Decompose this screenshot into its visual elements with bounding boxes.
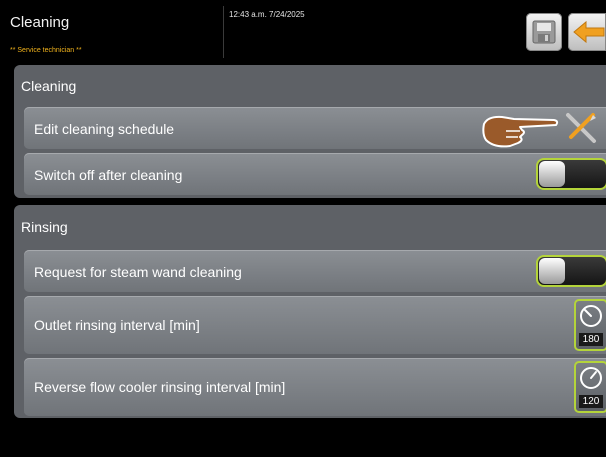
rinsing-section-title: Rinsing	[21, 219, 68, 235]
steam-wand-cleaning-row: Request for steam wand cleaning	[24, 250, 606, 292]
cleaning-section-title: Cleaning	[21, 78, 77, 94]
reverse-flow-cooler-rinsing-value: 120	[579, 395, 603, 408]
tools-icon[interactable]	[563, 112, 599, 144]
save-icon	[532, 20, 556, 44]
datetime-label: 12:43 a.m. 7/24/2025	[229, 10, 305, 19]
rinsing-section: Rinsing Request for steam wand cleaning …	[14, 205, 606, 418]
save-button[interactable]	[526, 13, 562, 51]
switch-off-after-cleaning-toggle[interactable]	[536, 158, 606, 190]
toggle-knob	[539, 258, 565, 284]
reverse-flow-cooler-rinsing-gauge[interactable]: 120	[574, 361, 606, 413]
edit-cleaning-schedule-label: Edit cleaning schedule	[34, 121, 175, 137]
outlet-rinsing-interval-label: Outlet rinsing interval [min]	[34, 317, 200, 333]
gauge-icon	[580, 367, 602, 389]
steam-wand-cleaning-toggle[interactable]	[536, 255, 606, 287]
page-title: Cleaning	[10, 14, 70, 31]
reverse-flow-cooler-rinsing-row: Reverse flow cooler rinsing interval [mi…	[24, 358, 606, 416]
outlet-rinsing-interval-value: 180	[579, 333, 603, 346]
header-divider	[223, 6, 224, 58]
back-arrow-icon	[573, 20, 605, 44]
switch-off-after-cleaning-row: Switch off after cleaning	[24, 153, 606, 195]
outlet-rinsing-interval-row: Outlet rinsing interval [min] 180	[24, 296, 606, 354]
steam-wand-cleaning-label: Request for steam wand cleaning	[34, 264, 242, 280]
pointing-hand-icon	[482, 115, 559, 148]
user-role-label: ** Service technician **	[10, 47, 82, 54]
reverse-flow-cooler-rinsing-label: Reverse flow cooler rinsing interval [mi…	[34, 379, 286, 395]
toggle-knob	[539, 161, 565, 187]
back-button[interactable]	[568, 13, 606, 51]
outlet-rinsing-interval-gauge[interactable]: 180	[574, 299, 606, 351]
header-bar: Cleaning ** Service technician ** 12:43 …	[0, 0, 606, 62]
switch-off-after-cleaning-label: Switch off after cleaning	[34, 167, 183, 183]
gauge-icon	[580, 305, 602, 327]
